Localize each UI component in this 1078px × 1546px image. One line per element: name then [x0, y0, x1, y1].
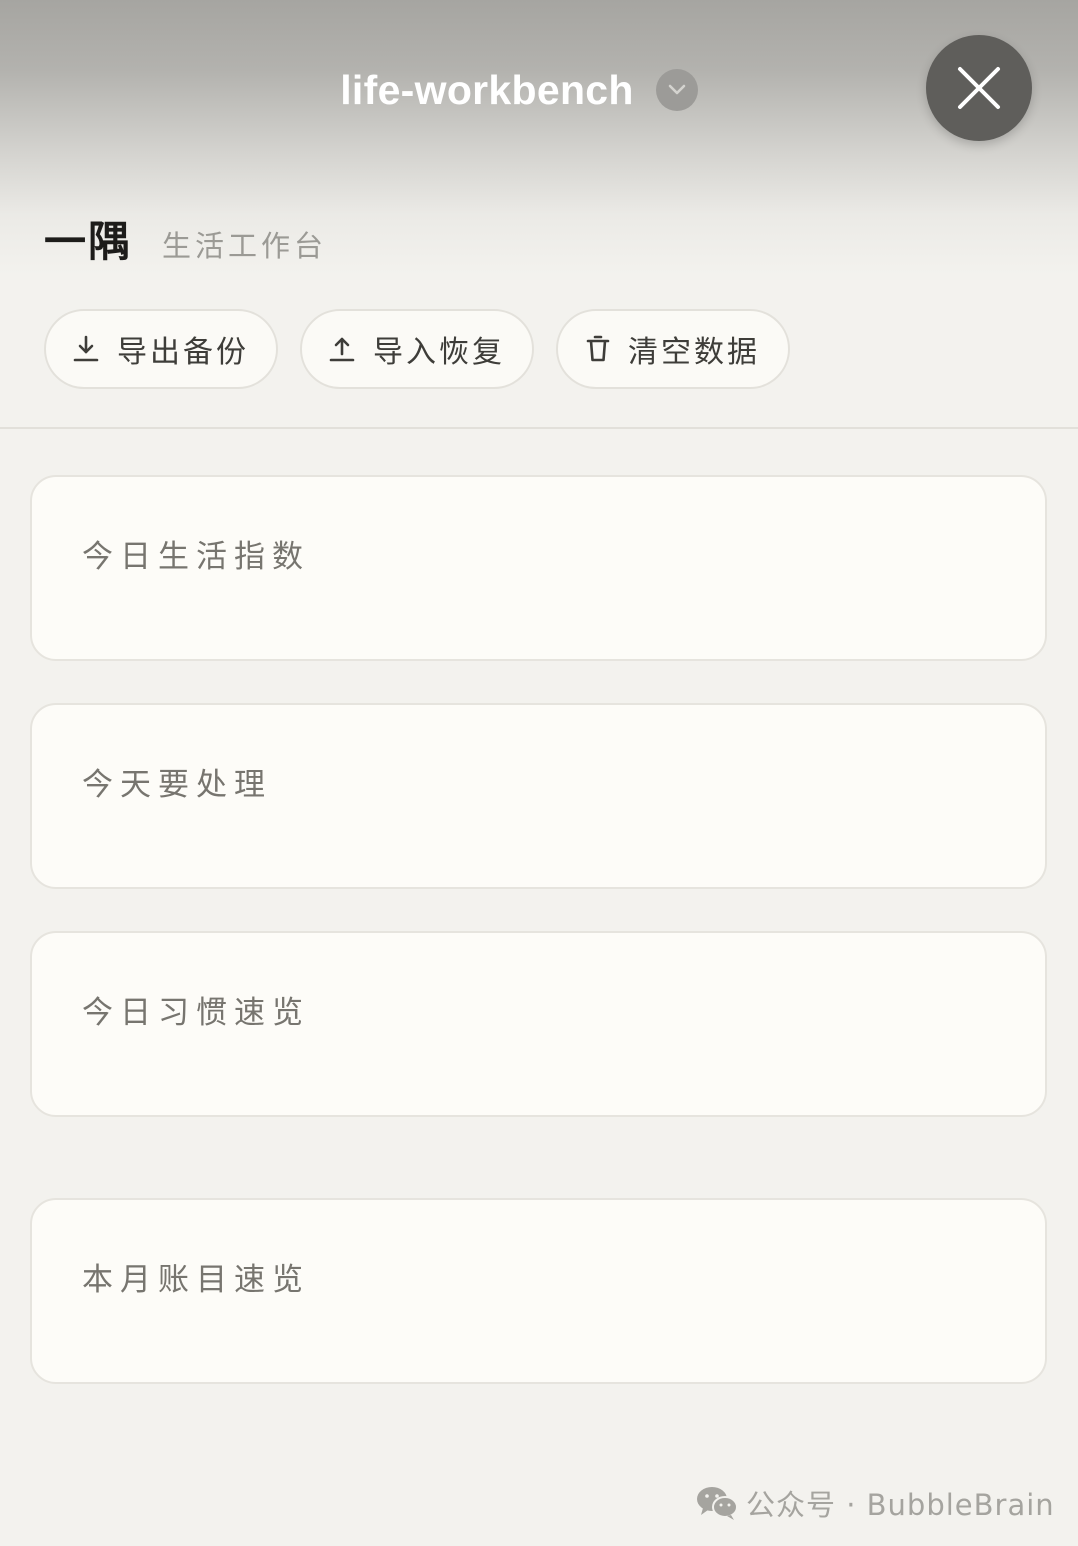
watermark-text: 公众号 · BubbleBrain — [746, 1488, 1055, 1522]
top-gradient-overlay — [0, 0, 1078, 330]
trash-icon — [586, 335, 610, 362]
card-habits-overview[interactable]: 今日习惯速览 — [30, 931, 1047, 1117]
download-icon — [73, 335, 99, 362]
window-title-bar[interactable]: life-workbench — [0, 60, 1078, 120]
toolbar: 导出备份 导入恢复 清空数据 — [44, 309, 790, 389]
app-subtitle: 生活工作台 — [162, 229, 328, 263]
card-monthly-accounts[interactable]: 本月账目速览 — [30, 1198, 1047, 1384]
window-title: life-workbench — [340, 66, 634, 113]
close-icon — [958, 67, 1000, 109]
card-title: 今天要处理 — [82, 767, 272, 803]
card-title: 本月账目速览 — [82, 1262, 310, 1298]
chevron-down-icon[interactable] — [655, 69, 698, 111]
header-divider — [0, 427, 1078, 429]
card-todo-today[interactable]: 今天要处理 — [30, 703, 1047, 889]
clear-data-button[interactable]: 清空数据 — [556, 309, 790, 389]
clear-data-label: 清空数据 — [628, 335, 760, 370]
watermark: 公众号 · BubbleBrain — [696, 1482, 1055, 1524]
import-restore-label: 导入恢复 — [373, 335, 505, 370]
export-backup-label: 导出备份 — [117, 335, 249, 370]
card-life-index[interactable]: 今日生活指数 — [30, 475, 1047, 661]
export-backup-button[interactable]: 导出备份 — [44, 309, 278, 389]
app-header: 一隅 生活工作台 — [44, 208, 327, 269]
card-title: 今日生活指数 — [82, 539, 310, 575]
card-title: 今日习惯速览 — [82, 995, 310, 1031]
import-restore-button[interactable]: 导入恢复 — [300, 309, 534, 389]
wechat-icon — [697, 1487, 738, 1520]
upload-icon — [329, 337, 355, 362]
app-name: 一隅 — [44, 217, 133, 266]
close-button[interactable] — [926, 35, 1032, 141]
